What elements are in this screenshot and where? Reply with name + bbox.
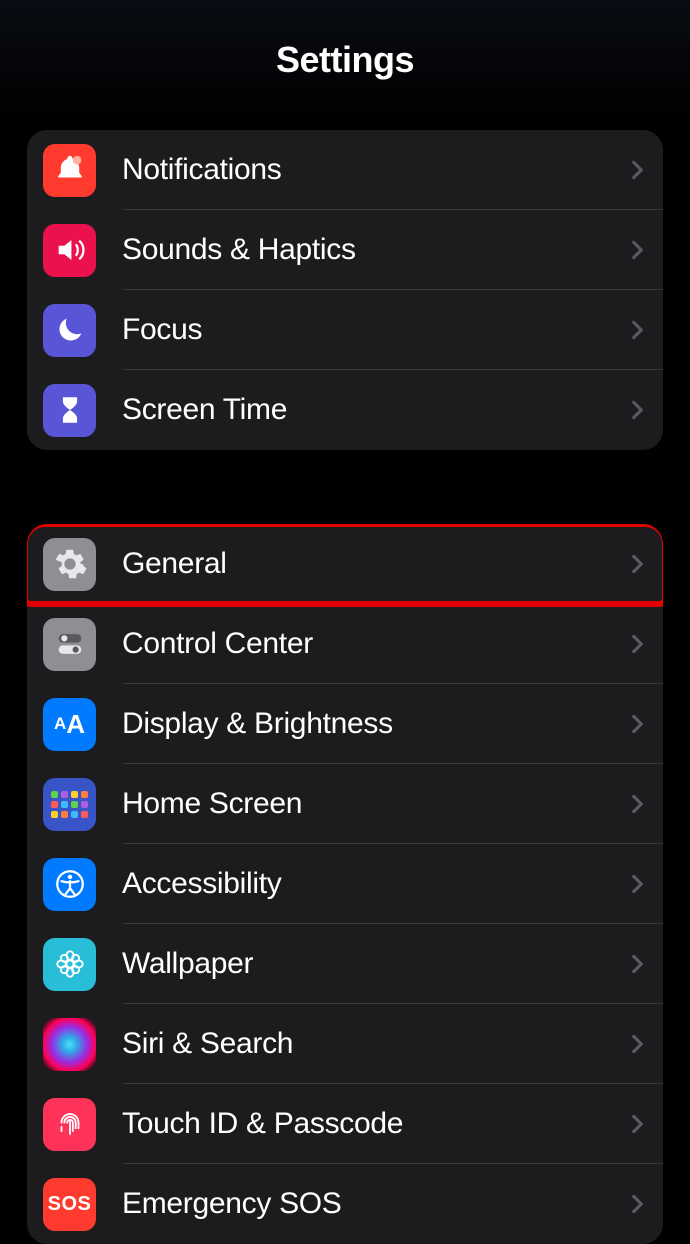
row-label: Siri & Search xyxy=(122,1027,631,1061)
row-label: Screen Time xyxy=(122,393,631,427)
page-title: Settings xyxy=(276,39,414,81)
row-label: Home Screen xyxy=(122,787,631,821)
settings-group-2: General Control Center AA Display & Brig… xyxy=(27,524,663,1244)
row-focus[interactable]: Focus xyxy=(27,290,663,370)
row-label: General xyxy=(122,547,631,581)
row-touchid[interactable]: Touch ID & Passcode xyxy=(27,1084,663,1164)
siri-icon xyxy=(43,1018,96,1071)
chevron-right-icon xyxy=(631,240,643,260)
row-label: Notifications xyxy=(122,153,631,187)
gear-icon xyxy=(43,538,96,591)
chevron-right-icon xyxy=(631,874,643,894)
row-label: Display & Brightness xyxy=(122,707,631,741)
row-sounds[interactable]: Sounds & Haptics xyxy=(27,210,663,290)
fingerprint-icon xyxy=(43,1098,96,1151)
bell-icon xyxy=(43,144,96,197)
row-screentime[interactable]: Screen Time xyxy=(27,370,663,450)
settings-group-1: Notifications Sounds & Haptics Focus Scr… xyxy=(27,130,663,450)
chevron-right-icon xyxy=(631,320,643,340)
row-siri[interactable]: Siri & Search xyxy=(27,1004,663,1084)
chevron-right-icon xyxy=(631,1034,643,1054)
row-display[interactable]: AA Display & Brightness xyxy=(27,684,663,764)
row-label: Focus xyxy=(122,313,631,347)
chevron-right-icon xyxy=(631,400,643,420)
row-label: Emergency SOS xyxy=(122,1187,631,1221)
chevron-right-icon xyxy=(631,1114,643,1134)
chevron-right-icon xyxy=(631,954,643,974)
chevron-right-icon xyxy=(631,634,643,654)
row-label: Accessibility xyxy=(122,867,631,901)
row-notifications[interactable]: Notifications xyxy=(27,130,663,210)
row-control-center[interactable]: Control Center xyxy=(27,604,663,684)
speaker-icon xyxy=(43,224,96,277)
row-label: Wallpaper xyxy=(122,947,631,981)
row-wallpaper[interactable]: Wallpaper xyxy=(27,924,663,1004)
row-label: Sounds & Haptics xyxy=(122,233,631,267)
toggles-icon xyxy=(43,618,96,671)
chevron-right-icon xyxy=(631,714,643,734)
chevron-right-icon xyxy=(631,794,643,814)
flower-icon xyxy=(43,938,96,991)
moon-icon xyxy=(43,304,96,357)
row-accessibility[interactable]: Accessibility xyxy=(27,844,663,924)
apps-grid-icon xyxy=(43,778,96,831)
row-label: Control Center xyxy=(122,627,631,661)
row-sos[interactable]: SOS Emergency SOS xyxy=(27,1164,663,1244)
chevron-right-icon xyxy=(631,1194,643,1214)
hourglass-icon xyxy=(43,384,96,437)
header: Settings xyxy=(0,0,690,120)
sos-icon: SOS xyxy=(43,1178,96,1231)
chevron-right-icon xyxy=(631,160,643,180)
accessibility-icon xyxy=(43,858,96,911)
chevron-right-icon xyxy=(631,554,643,574)
row-label: Touch ID & Passcode xyxy=(122,1107,631,1141)
row-home-screen[interactable]: Home Screen xyxy=(27,764,663,844)
aa-icon: AA xyxy=(43,698,96,751)
section-gap xyxy=(0,450,690,514)
row-general[interactable]: General xyxy=(27,524,663,604)
